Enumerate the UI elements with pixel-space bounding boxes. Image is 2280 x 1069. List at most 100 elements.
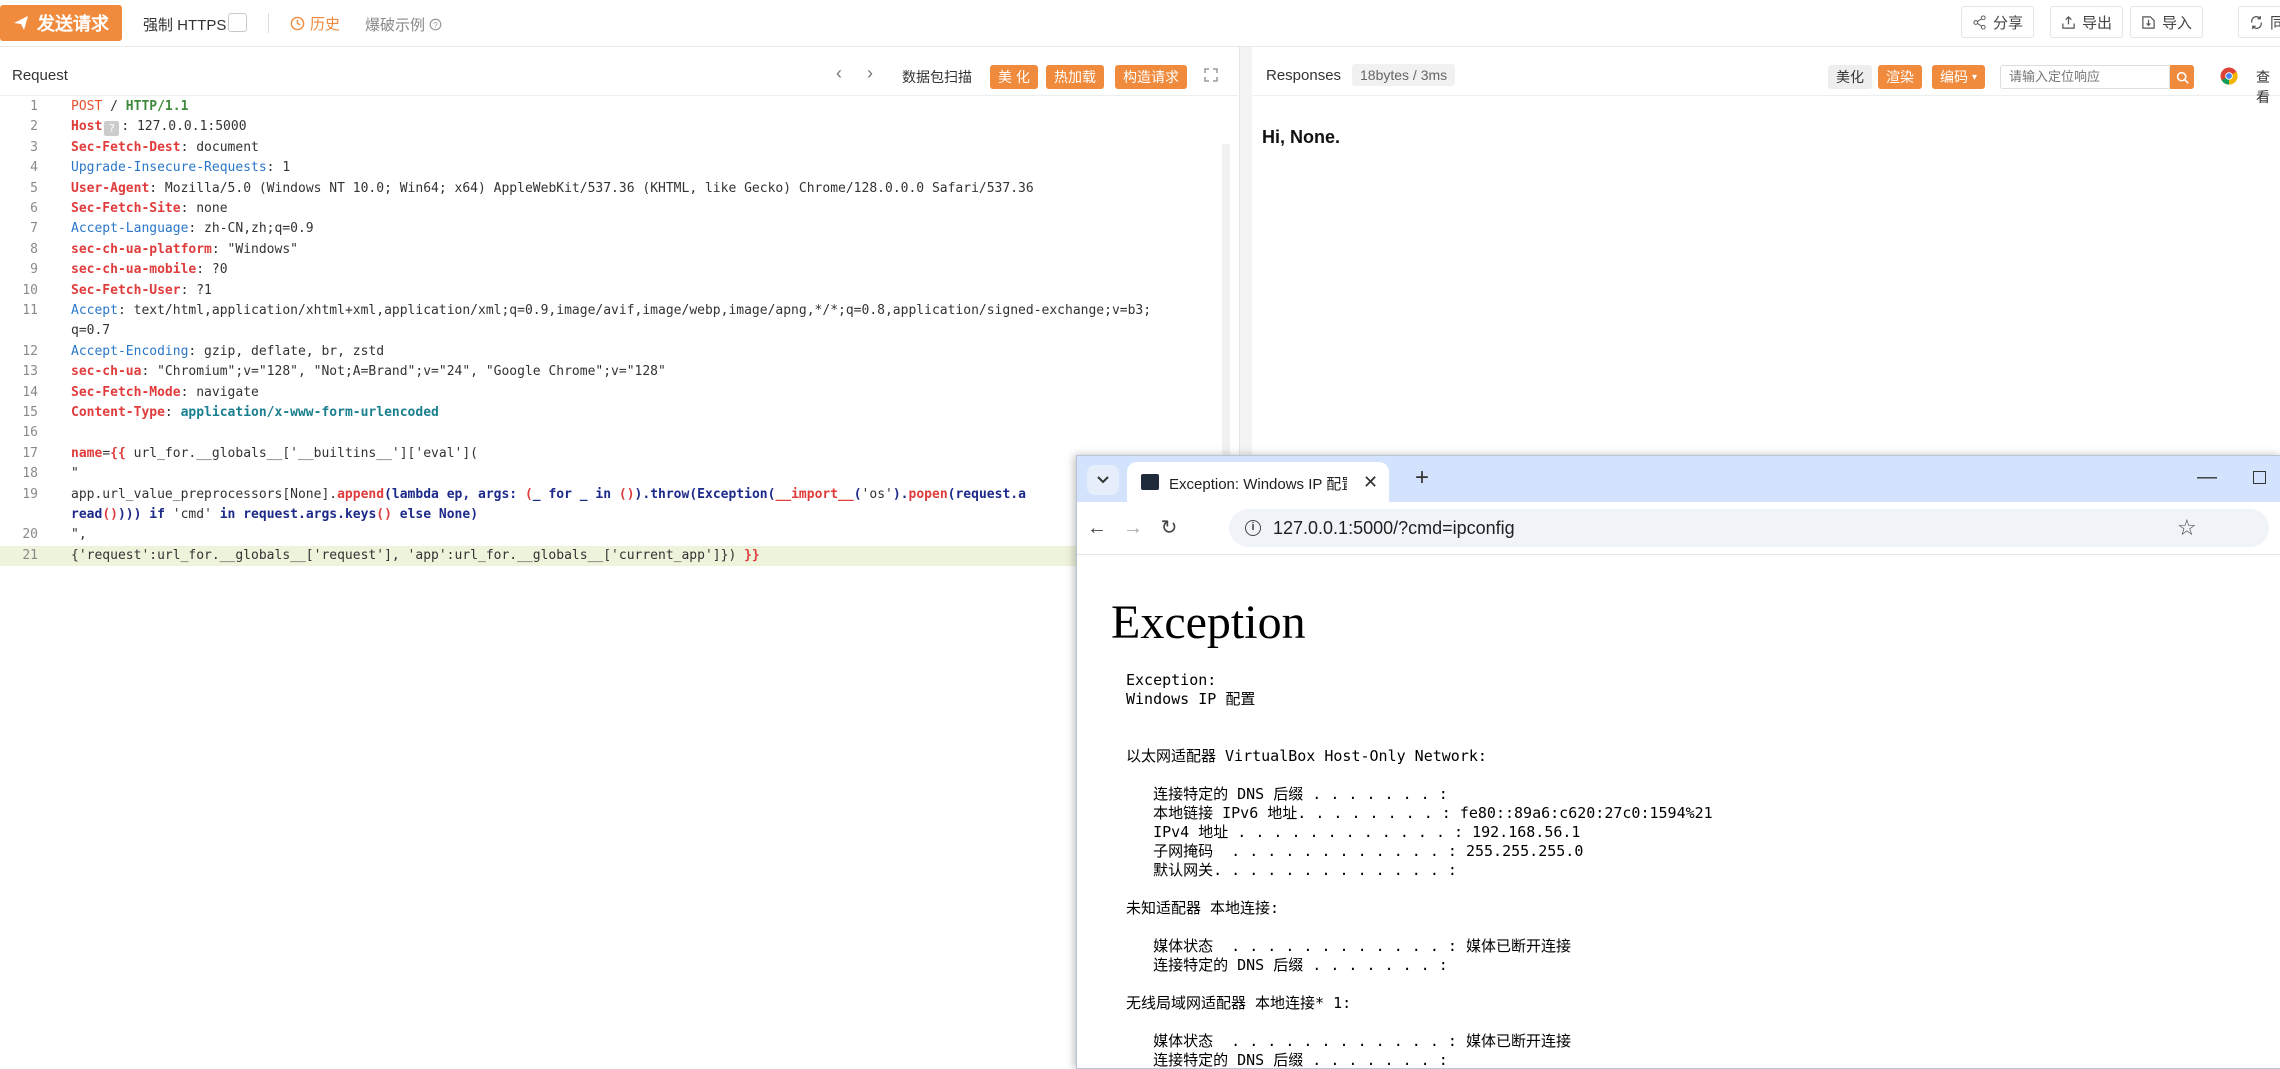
code-line[interactable]: 13 sec-ch-ua: "Chromium";v="128", "Not;A=…: [0, 362, 1222, 382]
code-line[interactable]: 21 {'request':url_for.__globals__['reques…: [0, 545, 1222, 566]
packet-scan-button[interactable]: 数据包扫描: [902, 67, 972, 87]
line-number: 13: [22, 364, 38, 380]
code-token: : "Windows": [211, 241, 298, 257]
export-button[interactable]: 导出: [2050, 6, 2124, 38]
share-button[interactable]: 分享: [1961, 6, 2035, 38]
line-number: 1: [30, 99, 38, 114]
code-line[interactable]: 19 app.url_value_preprocessors[None].appe…: [0, 485, 1222, 505]
code-line[interactable]: 9 sec-ch-ua-mobile: ?0: [0, 260, 1222, 280]
code-token: (: [524, 486, 533, 502]
code-line[interactable]: 17 name={{ url_for.__globals__['__builtin…: [0, 444, 1222, 464]
code-token: (: [853, 486, 862, 502]
beautify-button[interactable]: 美 化: [990, 65, 1038, 89]
maximize-icon[interactable]: [2253, 471, 2266, 484]
code-token: /: [102, 99, 126, 114]
code-token: Accept: [71, 303, 118, 318]
next-chevron-icon[interactable]: ›: [867, 64, 881, 82]
code-line[interactable]: 10 Sec-Fetch-User: ?1: [0, 281, 1222, 301]
address-url[interactable]: 127.0.0.1:5000/?cmd=ipconfig: [1273, 518, 1515, 539]
code-token: : gzip, deflate, br, zstd: [188, 343, 385, 359]
code-text: Sec-Fetch-User: ?1: [71, 281, 212, 301]
bookmark-star-icon[interactable]: ☆: [2177, 515, 2197, 541]
code-line[interactable]: 2 Host?: 127.0.0.1:5000: [0, 117, 1222, 137]
code-line[interactable]: 7 Accept-Language: zh-CN,zh;q=0.9: [0, 219, 1222, 239]
close-tab-icon[interactable]: ✕: [1363, 472, 1378, 493]
code-text: read()))) if 'cmd' in request.args.keys(…: [71, 505, 478, 525]
code-line[interactable]: 11 Accept: text/html,application/xhtml+xm…: [0, 301, 1222, 321]
code-token: _ for _ in: [532, 486, 619, 502]
code-line[interactable]: read()))) if 'cmd' in request.args.keys(…: [0, 505, 1222, 525]
code-line[interactable]: 5 User-Agent: Mozilla/5.0 (Windows NT 10.…: [0, 179, 1222, 199]
blast-example-link[interactable]: 爆破示例 ?: [365, 14, 442, 35]
code-text: Upgrade-Insecure-Requests: 1: [71, 158, 290, 178]
response-search-input[interactable]: [2000, 65, 2170, 89]
code-token: (lambda ep, args:: [384, 486, 525, 502]
code-text: Content-Type: application/x-www-form-url…: [71, 403, 439, 423]
site-info-icon[interactable]: i: [1245, 520, 1261, 536]
code-text: Sec-Fetch-Mode: navigate: [71, 383, 259, 403]
code-token: : none: [180, 201, 228, 216]
code-text: Host?: 127.0.0.1:5000: [71, 117, 247, 137]
expand-icon[interactable]: [1203, 67, 1219, 83]
code-line[interactable]: 12 Accept-Encoding: gzip, deflate, br, zs…: [0, 342, 1222, 362]
minimize-icon[interactable]: —: [2197, 466, 2217, 489]
code-line[interactable]: q=0.7: [0, 321, 1222, 341]
code-text: Accept-Encoding: gzip, deflate, br, zstd: [71, 342, 384, 362]
code-line[interactable]: 18 ": [0, 464, 1222, 484]
code-line[interactable]: 6 Sec-Fetch-Site: none: [0, 199, 1222, 219]
code-text: sec-ch-ua: "Chromium";v="128", "Not;A=Br…: [71, 362, 666, 382]
code-text: ",: [71, 525, 87, 545]
view-button[interactable]: 查看: [2256, 67, 2280, 107]
import-button[interactable]: 导入: [2130, 6, 2204, 38]
share-label: 分享: [1993, 14, 2024, 32]
code-line[interactable]: 20 ",: [0, 525, 1222, 545]
new-tab-icon[interactable]: +: [1415, 464, 1429, 492]
address-bar[interactable]: i 127.0.0.1:5000/?cmd=ipconfig ☆: [1229, 509, 2269, 547]
code-line[interactable]: 8 sec-ch-ua-platform: "Windows": [0, 240, 1222, 260]
prev-chevron-icon[interactable]: ‹: [836, 64, 850, 82]
request-code-editor[interactable]: 1 POST / HTTP/1.1 2 Host?: 127.0.0.1:5000 3 S…: [0, 97, 1222, 1067]
encode-dropdown[interactable]: 编码 ▾: [1932, 65, 1986, 89]
code-token: (): [618, 486, 635, 502]
reload-icon[interactable]: ↻: [1157, 516, 1181, 540]
tab-search-button[interactable]: [1087, 465, 1119, 495]
code-token: : navigate: [180, 384, 259, 400]
code-token: :: [164, 405, 181, 420]
render-button[interactable]: 渲染: [1878, 65, 1922, 89]
code-token: HTTP/1.1: [125, 99, 189, 114]
hot-load-button[interactable]: 热加载: [1046, 65, 1104, 89]
code-text: Accept-Language: zh-CN,zh;q=0.9: [71, 219, 314, 239]
code-token: app.url_value_preprocessors[None].: [71, 486, 338, 502]
code-token: : document: [180, 139, 259, 155]
line-number: 8: [30, 241, 38, 257]
sync-button[interactable]: 同: [2238, 6, 2280, 38]
response-beautify-button[interactable]: 美化: [1828, 65, 1872, 89]
browser-tab[interactable]: Exception: Windows IP 配置 ✕: [1127, 462, 1389, 502]
code-line[interactable]: 1 POST / HTTP/1.1: [0, 97, 1222, 117]
request-header: Request ‹ › 数据包扫描 美 化 热加载 构造请求: [0, 47, 1238, 96]
code-line[interactable]: 14 Sec-Fetch-Mode: navigate: [0, 383, 1222, 403]
code-token: POST: [71, 99, 103, 114]
code-line[interactable]: 4 Upgrade-Insecure-Requests: 1: [0, 158, 1222, 178]
line-number: 20: [22, 527, 38, 543]
force-https-checkbox[interactable]: [228, 13, 247, 32]
back-arrow-icon[interactable]: ←: [1085, 516, 1109, 540]
line-number: 5: [30, 180, 38, 196]
export-icon: [2062, 15, 2075, 29]
build-request-button[interactable]: 构造请求: [1115, 65, 1187, 89]
blast-example-label: 爆破示例: [365, 17, 426, 34]
toolbar-divider: [268, 13, 269, 33]
response-title: Responses: [1266, 67, 1342, 84]
code-token: Upgrade-Insecure-Requests: [71, 160, 267, 176]
code-line[interactable]: 15 Content-Type: application/x-www-form-u…: [0, 403, 1222, 423]
send-request-button[interactable]: 发送请求: [0, 5, 122, 41]
line-number: 14: [22, 384, 38, 400]
search-button[interactable]: [2170, 65, 2194, 89]
line-number: 6: [30, 201, 38, 216]
browser-toolbar: ← → ↻ i 127.0.0.1:5000/?cmd=ipconfig ☆: [1077, 502, 2280, 555]
forward-arrow-icon[interactable]: →: [1121, 516, 1145, 540]
code-line[interactable]: 16: [0, 423, 1222, 443]
history-button[interactable]: 历史: [290, 13, 340, 34]
chrome-icon[interactable]: [2220, 67, 2238, 85]
code-line[interactable]: 3 Sec-Fetch-Dest: document: [0, 138, 1222, 158]
